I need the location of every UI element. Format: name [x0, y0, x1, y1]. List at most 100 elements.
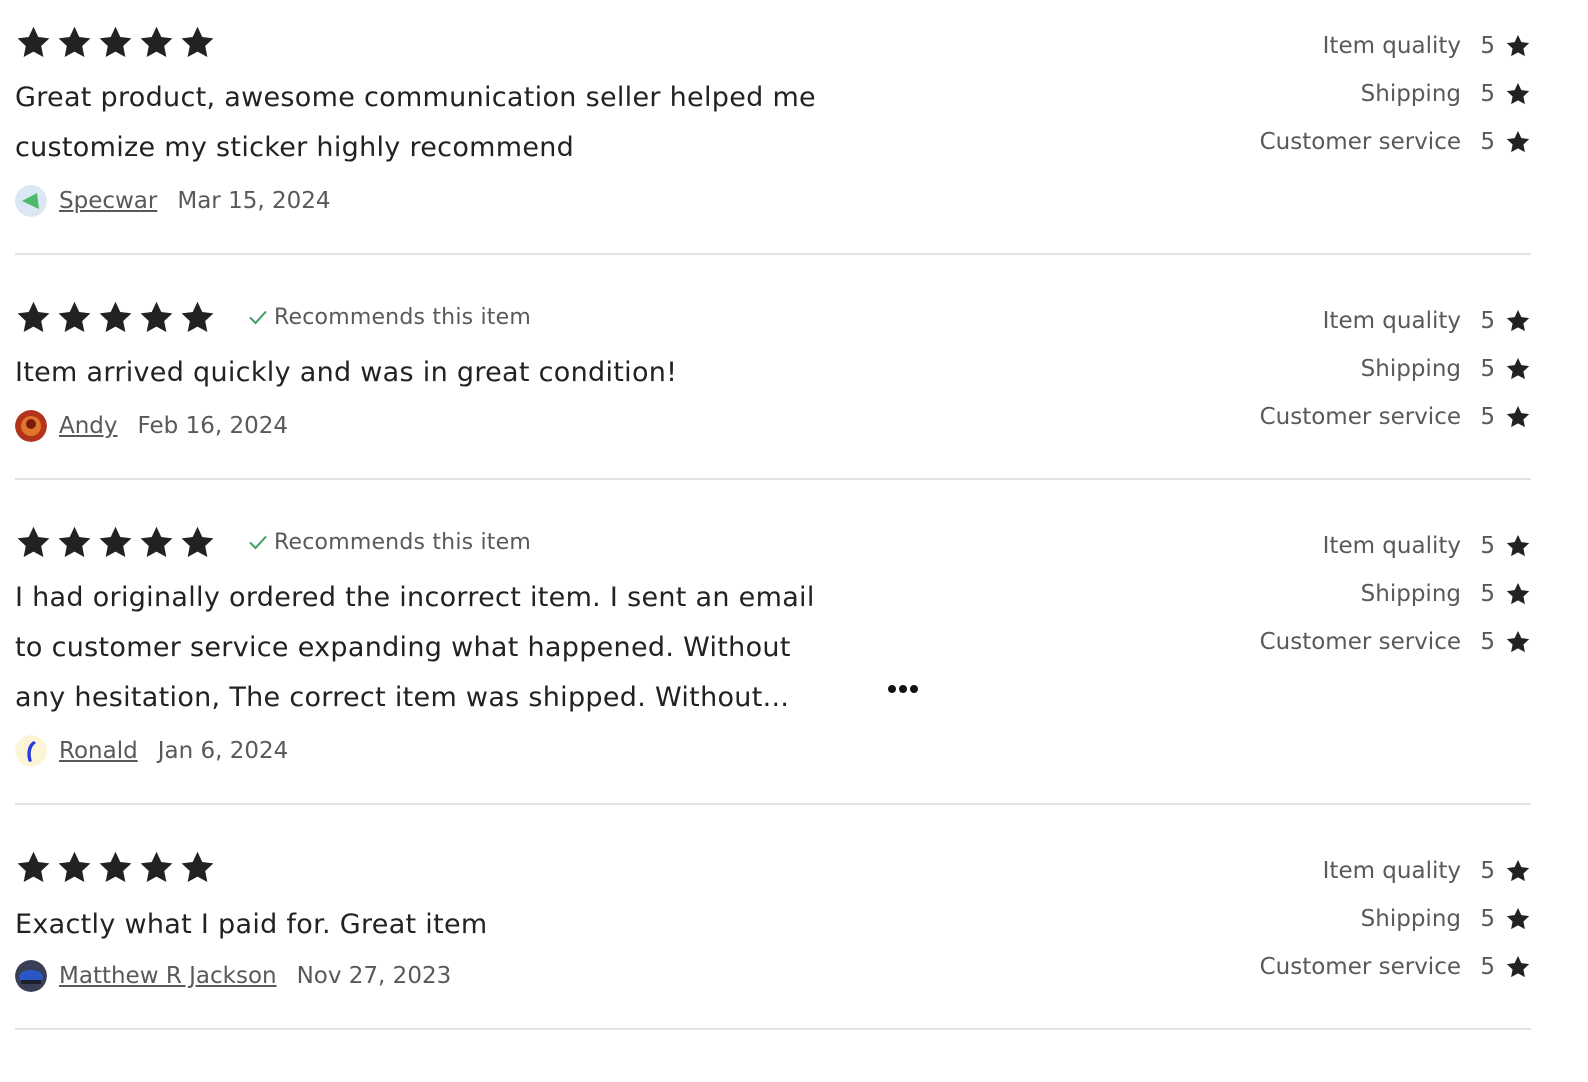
star-icon [58, 526, 91, 557]
sub-rating-value: 5 [1480, 858, 1495, 884]
reviewer-name-link[interactable]: Specwar [59, 188, 157, 214]
sub-rating-label: Item quality [1322, 33, 1461, 59]
review-rating-row [15, 847, 216, 887]
more-dot [899, 685, 907, 693]
sub-rating-value: 5 [1480, 129, 1495, 155]
star-icon [140, 851, 173, 882]
sub-rating-customer-service: Customer service 5 [1211, 618, 1531, 666]
more-dot [910, 685, 918, 693]
more-options-button[interactable] [883, 682, 923, 696]
avatar[interactable] [15, 735, 47, 767]
star-icon [181, 26, 214, 57]
checkmark-icon [249, 535, 267, 550]
review-meta: Andy Feb 16, 2024 [15, 408, 288, 444]
star-icon [1506, 357, 1530, 380]
sub-rating-customer-service: Customer service 5 [1211, 943, 1531, 991]
review-text: Exactly what I paid for. Great item [15, 900, 915, 950]
review-text-line: any hesitation, The correct item was shi… [15, 682, 790, 713]
star-icon [181, 301, 214, 332]
sub-rating-item-quality: Item quality 5 [1211, 847, 1531, 895]
review-text-line: customize my sticker highly recommend [15, 132, 575, 163]
sub-ratings: Item quality 5 Shipping 5 Customer servi… [1211, 22, 1531, 166]
star-icon [1506, 34, 1530, 57]
star-icon [140, 26, 173, 57]
reviews-list: Great product, awesome communication sel… [15, 0, 1531, 1030]
sub-rating-value: 5 [1480, 581, 1495, 607]
star-rating [15, 849, 216, 886]
sub-ratings: Item quality 5 Shipping 5 Customer servi… [1211, 847, 1531, 991]
avatar[interactable] [15, 185, 47, 217]
sub-rating-label: Customer service [1259, 404, 1461, 430]
star-icon [99, 526, 132, 557]
star-icon [1506, 582, 1530, 605]
star-icon [58, 301, 91, 332]
recommends-label: Recommends this item [274, 304, 531, 330]
review-item: Recommends this item Item arrived quickl… [15, 255, 1531, 480]
review-text: Great product, awesome communication sel… [15, 73, 915, 173]
star-icon [1506, 955, 1530, 978]
review-item: Recommends this item I had originally or… [15, 480, 1531, 805]
sub-rating-value: 5 [1480, 954, 1495, 980]
review-text-line: to customer service expanding what happe… [15, 632, 791, 663]
sub-rating-label: Customer service [1259, 629, 1461, 655]
review-text: Item arrived quickly and was in great co… [15, 348, 915, 398]
sub-rating-label: Customer service [1259, 129, 1461, 155]
star-icon [1506, 907, 1530, 930]
star-icon [17, 851, 50, 882]
review-rating-row: Recommends this item [15, 522, 531, 562]
sub-rating-customer-service: Customer service 5 [1211, 393, 1531, 441]
review-date: Feb 16, 2024 [137, 413, 288, 439]
star-icon [58, 26, 91, 57]
review-item: Great product, awesome communication sel… [15, 0, 1531, 255]
recommends-label: Recommends this item [274, 529, 531, 555]
star-rating [15, 24, 216, 61]
sub-rating-shipping: Shipping 5 [1211, 70, 1531, 118]
review-meta: Specwar Mar 15, 2024 [15, 183, 331, 219]
reviewer-name-link[interactable]: Matthew R Jackson [59, 963, 277, 989]
review-meta: Matthew R Jackson Nov 27, 2023 [15, 958, 451, 994]
review-rating-row: Recommends this item [15, 297, 531, 337]
review-text-line: Great product, awesome communication sel… [15, 82, 816, 113]
sub-rating-value: 5 [1480, 629, 1495, 655]
star-icon [1506, 309, 1530, 332]
sub-rating-shipping: Shipping 5 [1211, 570, 1531, 618]
star-icon [181, 526, 214, 557]
sub-ratings: Item quality 5 Shipping 5 Customer servi… [1211, 522, 1531, 666]
star-icon [1506, 859, 1530, 882]
star-icon [58, 851, 91, 882]
review-meta: Ronald Jan 6, 2024 [15, 733, 288, 769]
star-icon [140, 526, 173, 557]
avatar[interactable] [15, 960, 47, 992]
star-icon [1506, 82, 1530, 105]
star-icon [17, 301, 50, 332]
reviewer-name-link[interactable]: Ronald [59, 738, 138, 764]
sub-rating-label: Shipping [1360, 581, 1461, 607]
sub-rating-item-quality: Item quality 5 [1211, 522, 1531, 570]
more-dot [888, 685, 896, 693]
sub-rating-value: 5 [1480, 308, 1495, 334]
star-rating [15, 524, 216, 561]
sub-rating-value: 5 [1480, 404, 1495, 430]
star-icon [17, 26, 50, 57]
star-icon [1506, 534, 1530, 557]
sub-rating-label: Shipping [1360, 906, 1461, 932]
review-rating-row [15, 22, 216, 62]
sub-rating-shipping: Shipping 5 [1211, 895, 1531, 943]
recommends-badge: Recommends this item [248, 305, 531, 330]
avatar[interactable] [15, 410, 47, 442]
sub-rating-label: Shipping [1360, 81, 1461, 107]
sub-rating-item-quality: Item quality 5 [1211, 297, 1531, 345]
sub-rating-shipping: Shipping 5 [1211, 345, 1531, 393]
sub-rating-customer-service: Customer service 5 [1211, 118, 1531, 166]
recommends-badge: Recommends this item [248, 530, 531, 555]
sub-rating-value: 5 [1480, 356, 1495, 382]
review-text-line: Item arrived quickly and was in great co… [15, 357, 678, 388]
sub-rating-label: Item quality [1322, 858, 1461, 884]
sub-rating-label: Item quality [1322, 533, 1461, 559]
star-icon [99, 851, 132, 882]
reviewer-name-link[interactable]: Andy [59, 413, 118, 439]
star-icon [17, 526, 50, 557]
sub-rating-label: Shipping [1360, 356, 1461, 382]
review-item: Exactly what I paid for. Great item Matt… [15, 805, 1531, 1030]
sub-rating-value: 5 [1480, 533, 1495, 559]
